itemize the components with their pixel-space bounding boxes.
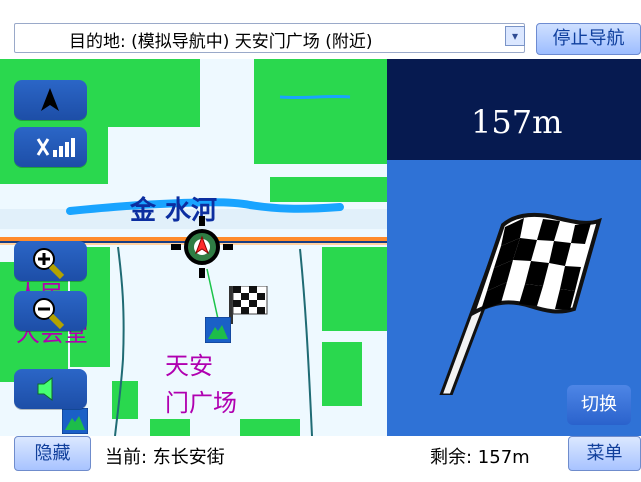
gps-signal-icon (36, 138, 75, 157)
guidance-panel: 157m 切换 (387, 59, 641, 436)
remaining-distance-label: 剩余: 157m (430, 447, 530, 468)
switch-button[interactable]: 切换 (567, 385, 631, 425)
park-area (112, 381, 138, 419)
zoom-out-button[interactable] (14, 291, 87, 331)
bottom-toolbar: 隐藏 当前: 东长安街 剩余: 157m 菜单 (0, 436, 641, 482)
park-icon (205, 317, 231, 343)
destination-flag-icon (229, 286, 268, 324)
gps-button[interactable] (14, 127, 87, 167)
vehicle-position-icon (171, 216, 233, 278)
park-area (150, 419, 190, 436)
north-button[interactable] (14, 80, 87, 120)
checkered-flag-icon (439, 212, 602, 395)
park-icon (62, 408, 88, 434)
place-label-1: 天安 (165, 352, 213, 380)
park-area (322, 247, 387, 331)
hide-button[interactable]: 隐藏 (14, 436, 91, 471)
distance-box: 157m (387, 59, 641, 160)
park-area (322, 342, 362, 406)
destination-dropdown-button[interactable]: ▾ (505, 26, 525, 46)
map-view[interactable]: 金 水河 人民 大会堂 天安 门广场 (0, 59, 387, 437)
menu-button[interactable]: 菜单 (568, 436, 641, 471)
volume-icon (37, 377, 53, 401)
park-area (270, 177, 387, 202)
park-area (254, 59, 387, 164)
north-arrow-icon (41, 88, 59, 111)
destination-field[interactable]: 目的地: (模拟导航中) 天安门广场 (附近) (14, 23, 525, 53)
distance-text: 157m (471, 103, 563, 141)
destination-text: 目的地: (模拟导航中) 天安门广场 (附近) (69, 32, 373, 52)
zoom-out-icon (33, 298, 65, 330)
zoom-in-button[interactable] (14, 241, 87, 281)
volume-button[interactable] (14, 369, 87, 409)
zoom-in-icon (33, 248, 65, 280)
place-label-2: 门广场 (165, 389, 237, 417)
current-road-label: 当前: 东长安街 (105, 447, 225, 468)
stop-navigation-button[interactable]: 停止导航 (536, 23, 641, 55)
top-toolbar: 目的地: (模拟导航中) 天安门广场 (附近) ▾ 停止导航 (0, 0, 641, 59)
river-line (279, 94, 351, 100)
park-area (240, 419, 300, 436)
